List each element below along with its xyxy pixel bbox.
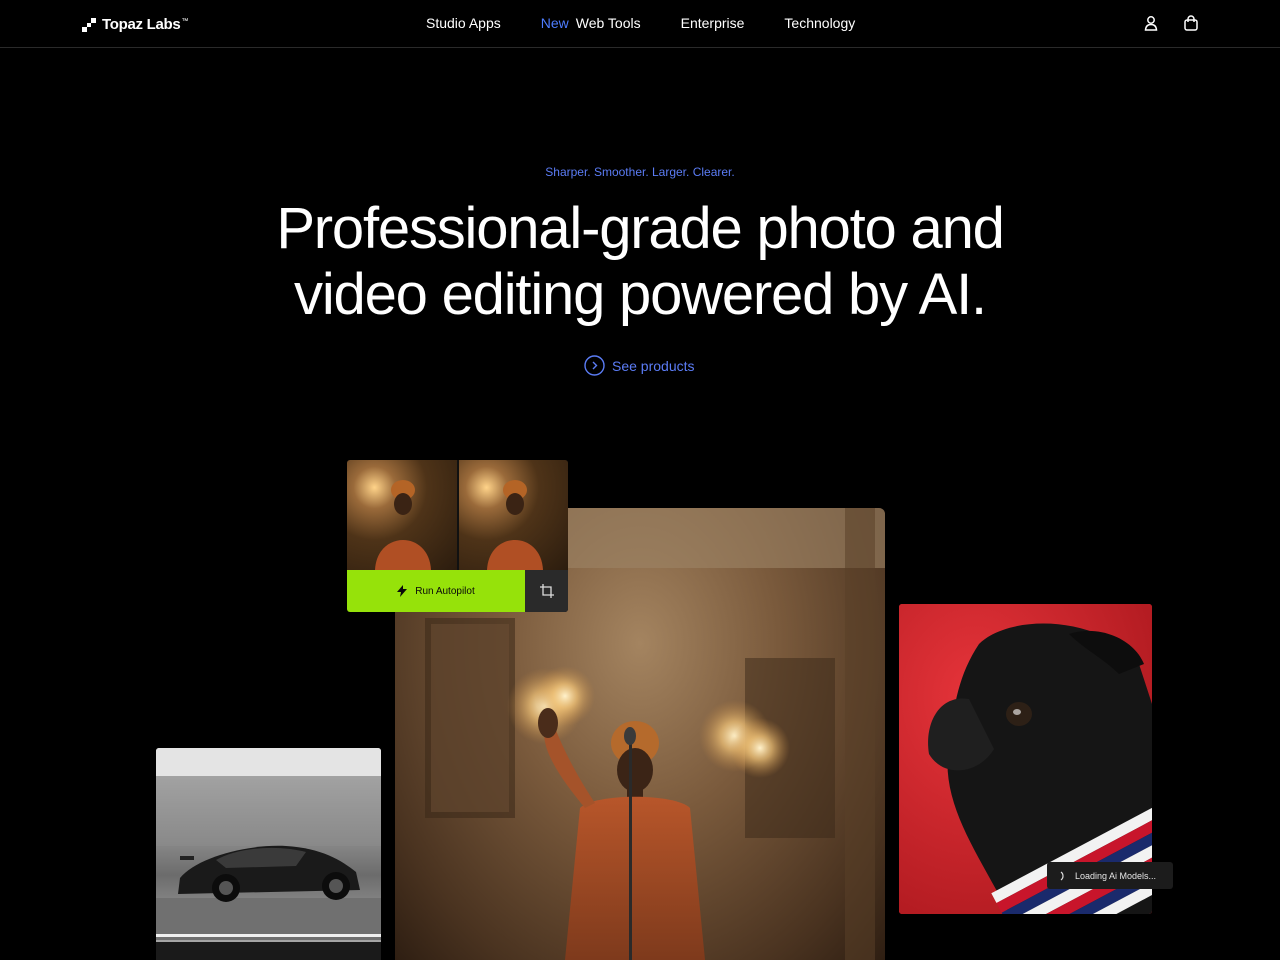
new-badge: New bbox=[540, 15, 569, 31]
nav-actions bbox=[1142, 14, 1200, 32]
sports-car-image bbox=[156, 748, 381, 960]
see-products-link[interactable]: See products bbox=[584, 355, 695, 376]
nav-studio-apps-label: Studio Apps bbox=[426, 15, 501, 31]
nav-studio-apps[interactable]: Studio Apps bbox=[426, 15, 501, 31]
shopping-bag-icon[interactable] bbox=[1182, 14, 1200, 32]
loading-ai-models-status: Loading Ai Models... bbox=[1047, 862, 1173, 889]
hero-headline: Professional-grade photo and video editi… bbox=[0, 196, 1280, 328]
spinner-icon bbox=[1060, 871, 1064, 880]
after-image bbox=[459, 460, 568, 570]
user-icon[interactable] bbox=[1142, 14, 1160, 32]
see-products-label: See products bbox=[612, 357, 695, 374]
nav-web-tools-label: Web Tools bbox=[575, 15, 641, 31]
nav-technology[interactable]: Technology bbox=[784, 15, 855, 31]
lightning-icon bbox=[397, 585, 408, 597]
run-autopilot-button[interactable]: Run Autopilot bbox=[347, 570, 525, 612]
logo-text: Topaz Labs bbox=[102, 16, 181, 33]
crop-icon bbox=[539, 584, 554, 598]
topaz-logo-icon bbox=[82, 17, 96, 32]
autopilot-panel: Run Autopilot bbox=[347, 460, 568, 612]
run-autopilot-label: Run Autopilot bbox=[415, 585, 475, 597]
nav-enterprise-label: Enterprise bbox=[680, 15, 745, 31]
chevron-circle-right-icon bbox=[584, 355, 605, 376]
nav-technology-label: Technology bbox=[784, 15, 856, 31]
main-menu: Studio Apps New Web Tools Enterprise Tech… bbox=[426, 15, 855, 31]
trademark: ™ bbox=[181, 18, 189, 25]
car-illustration bbox=[156, 748, 381, 940]
nav-enterprise[interactable]: Enterprise bbox=[681, 15, 745, 31]
before-image bbox=[347, 460, 457, 570]
car-toolbar bbox=[156, 942, 381, 960]
headline-line-1: Professional-grade photo and bbox=[276, 196, 1005, 261]
top-navigation: Topaz Labs™ Studio Apps New Web Tools Ent… bbox=[0, 0, 1280, 48]
nav-web-tools[interactable]: New Web Tools bbox=[541, 15, 641, 31]
before-after-preview bbox=[347, 460, 568, 570]
topaz-labs-logo[interactable]: Topaz Labs™ bbox=[82, 16, 188, 33]
headline-line-2: video editing powered by AI. bbox=[294, 262, 987, 327]
hero-eyebrow: Sharper. Smoother. Larger. Clearer. bbox=[545, 165, 735, 179]
crop-button[interactable] bbox=[525, 570, 568, 612]
loading-label: Loading Ai Models... bbox=[1075, 870, 1157, 881]
